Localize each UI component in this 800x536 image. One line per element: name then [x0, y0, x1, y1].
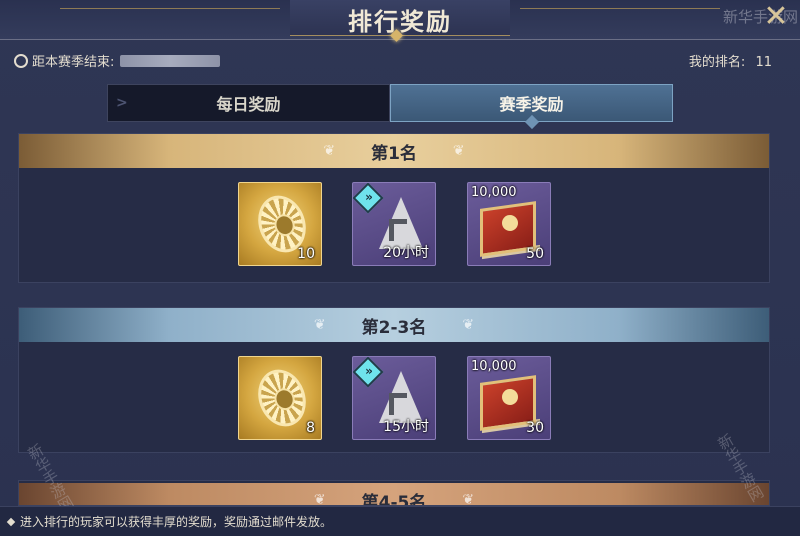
wing-right-icon: ❦ [452, 143, 465, 159]
item-count: 30 [526, 420, 544, 436]
rank-title-1: 第1名 [371, 143, 417, 164]
reward-item[interactable]: 10,000 30 [467, 356, 551, 440]
book-emblem [502, 389, 518, 405]
wing-right-icon: ❦ [462, 492, 475, 506]
reward-item[interactable]: 10,000 50 [467, 182, 551, 266]
double-arrow-icon: » [365, 190, 373, 204]
rank-section-2: ❦ 第2-3名 ❦ 8 » 15小时 10,000 30 [18, 307, 770, 453]
footer-text: 进入排行的玩家可以获得丰厚的奖励，奖励通过邮件发放。 [20, 515, 333, 529]
timer-value-blurred [120, 54, 221, 67]
tab-daily-label: 每日奖励 [216, 95, 281, 114]
item-count: 50 [526, 246, 544, 262]
tab-arrow-icon: > [116, 95, 128, 111]
item-count: 15小时 [383, 419, 429, 435]
panel-header: 排行奖励 新华手游网 ✕ [0, 0, 800, 42]
book-emblem [502, 215, 518, 231]
wing-right-icon: ❦ [462, 317, 475, 333]
item-amount: 10,000 [471, 359, 517, 374]
tab-daily-rewards[interactable]: > 每日奖励 [107, 84, 390, 122]
tab-season-label: 赛季奖励 [499, 95, 564, 114]
wing-left-icon: ❦ [323, 143, 336, 159]
close-icon: ✕ [763, 0, 789, 34]
item-amount: 10,000 [471, 185, 517, 200]
rank-banner-2: ❦ 第2-3名 ❦ [19, 308, 769, 342]
wing-left-icon: ❦ [313, 317, 326, 333]
reward-item[interactable]: 8 [238, 356, 322, 440]
wing-left-icon: ❦ [313, 492, 326, 506]
clock-icon [14, 53, 28, 68]
season-timer: 距本赛季结束: [14, 51, 221, 70]
reward-item[interactable]: » 15小时 [352, 356, 436, 440]
rank-title-3: 第4-5名 [361, 492, 427, 506]
rank-label: 我的排名: [688, 55, 746, 70]
gold-medal-icon [250, 362, 314, 434]
rank-banner-3: ❦ 第4-5名 ❦ [19, 483, 769, 506]
close-button[interactable]: ✕ [760, 2, 792, 34]
rank-section-1: ❦ 第1名 ❦ 10 » 20小时 10,000 50 [18, 133, 770, 283]
hammer-icon [389, 393, 407, 415]
rank-value: 11 [755, 55, 772, 70]
reward-item[interactable]: 10 [238, 182, 322, 266]
item-count: 8 [306, 420, 315, 436]
hammer-icon [389, 219, 407, 241]
rank-title-2: 第2-3名 [361, 317, 427, 338]
reward-item[interactable]: » 20小时 [352, 182, 436, 266]
footer-note: 进入排行的玩家可以获得丰厚的奖励，奖励通过邮件发放。 [0, 506, 800, 536]
double-arrow-icon: » [365, 364, 373, 378]
bullet-diamond-icon [6, 517, 16, 526]
item-count: 10 [297, 246, 315, 262]
tab-season-rewards[interactable]: 赛季奖励 [390, 84, 673, 122]
rank-section-3: ❦ 第4-5名 ❦ [18, 480, 770, 506]
my-rank: 我的排名: 11 [689, 51, 772, 70]
timer-label: 距本赛季结束: [32, 55, 115, 70]
item-count: 20小时 [383, 245, 429, 261]
rank-banner-1: ❦ 第1名 ❦ [19, 134, 769, 168]
